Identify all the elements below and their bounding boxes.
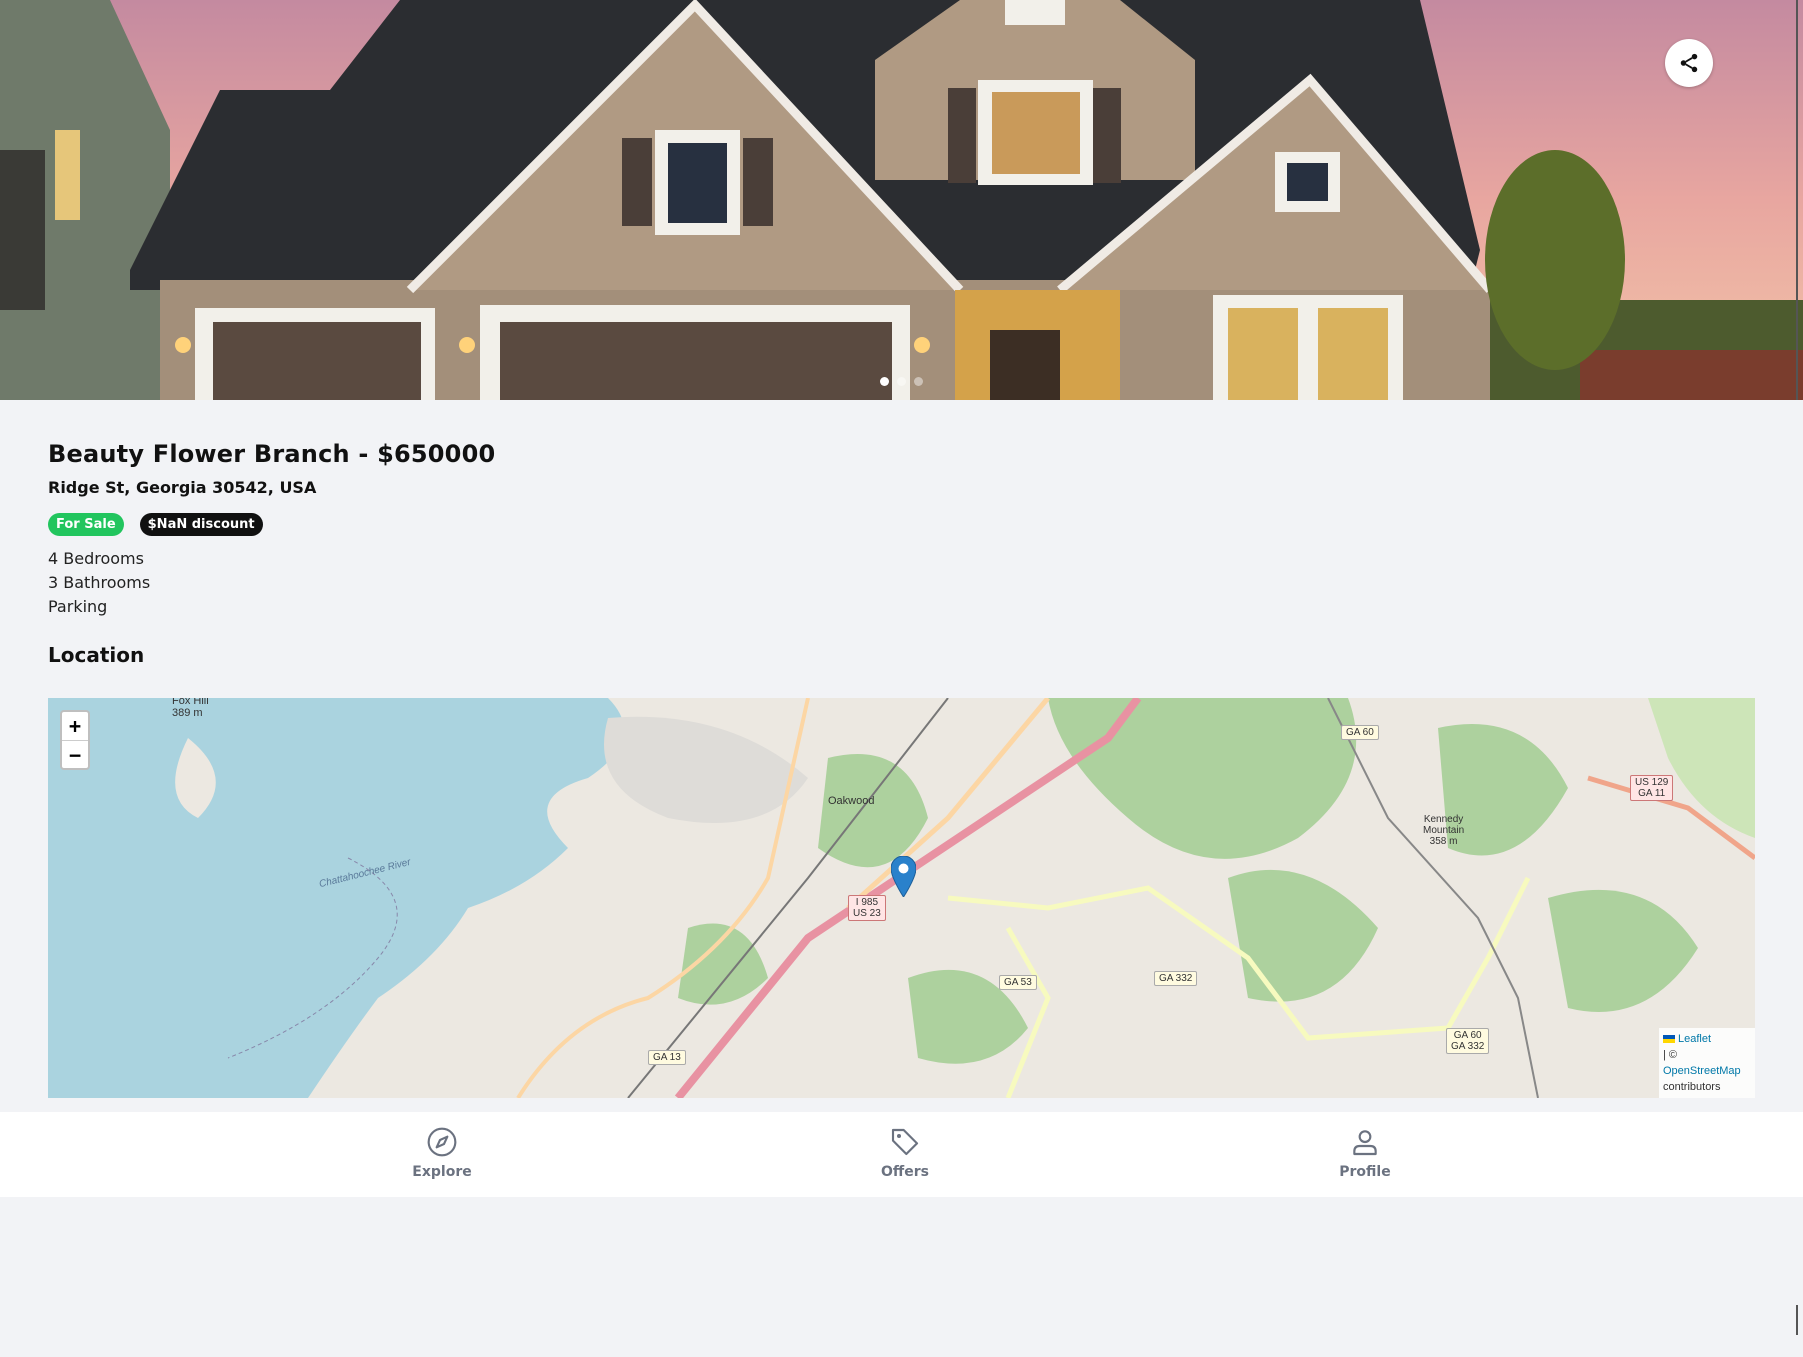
- hero-photo: [0, 0, 1803, 400]
- nav-explore-label: Explore: [412, 1164, 472, 1180]
- shield-ga60-ga332: GA 60 GA 332: [1446, 1028, 1490, 1054]
- listing-address: Ridge St, Georgia 30542, USA: [48, 478, 317, 497]
- map-label-fox-hill: Fox Hill 389 m: [172, 698, 209, 719]
- attribution-separator: | ©: [1663, 1049, 1678, 1061]
- shield-us129-ga11: US 129 GA 11: [1630, 775, 1674, 801]
- carousel-dot-2[interactable]: [897, 377, 906, 386]
- listing-title: Beauty Flower Branch - $650000: [48, 440, 496, 468]
- feature-bathrooms: 3 Bathrooms: [48, 573, 151, 592]
- scrollbar-track[interactable]: [1796, 0, 1798, 400]
- location-heading: Location: [48, 643, 145, 667]
- shield-ga332: GA 332: [1154, 971, 1198, 986]
- shield-ga60: GA 60: [1341, 725, 1379, 740]
- share-button[interactable]: [1665, 39, 1713, 87]
- map-label-kennedy-mountain: Kennedy Mountain 358 m: [1423, 814, 1465, 847]
- attribution-contributors: contributors: [1663, 1081, 1721, 1093]
- map-attribution: Leaflet | © OpenStreetMap contributors: [1659, 1028, 1755, 1098]
- map-label-oakwood: Oakwood: [828, 795, 875, 807]
- tag-icon: [891, 1128, 919, 1156]
- feature-bedrooms: 4 Bedrooms: [48, 549, 144, 568]
- compass-icon: [427, 1127, 457, 1157]
- leaflet-link[interactable]: Leaflet: [1678, 1033, 1711, 1045]
- openstreetmap-link[interactable]: OpenStreetMap: [1663, 1065, 1741, 1077]
- shield-ga53: GA 53: [999, 975, 1037, 990]
- carousel-dot-3[interactable]: [914, 377, 923, 386]
- person-icon: [1353, 1130, 1377, 1156]
- listing-details: Beauty Flower Branch - $650000 Ridge St,…: [48, 440, 1755, 667]
- zoom-out-button[interactable]: −: [62, 740, 88, 768]
- nav-explore[interactable]: Explore: [382, 1126, 502, 1180]
- bottom-navigation: Explore Offers Profile: [0, 1112, 1803, 1197]
- nav-profile-label: Profile: [1339, 1164, 1391, 1180]
- feature-list: 4 Bedrooms 3 Bathrooms Parking: [48, 547, 1755, 619]
- for-sale-badge: For Sale: [48, 513, 124, 536]
- map-zoom-control: + −: [60, 710, 90, 770]
- nav-offers-label: Offers: [881, 1164, 929, 1180]
- map-tiles: [48, 698, 1755, 1098]
- carousel-dot-1[interactable]: [880, 377, 889, 386]
- shield-i985-us23: I 985 US 23: [848, 895, 886, 921]
- house-photo: [0, 0, 1803, 400]
- shield-ga13: GA 13: [648, 1050, 686, 1065]
- badge-row: For Sale $NaN discount: [48, 513, 1755, 536]
- feature-parking: Parking: [48, 597, 108, 616]
- scrollbar-thumb[interactable]: [1796, 1305, 1798, 1335]
- carousel-dots: [880, 377, 923, 386]
- location-marker-icon[interactable]: [891, 856, 916, 897]
- discount-badge: $NaN discount: [139, 513, 263, 536]
- zoom-in-button[interactable]: +: [62, 712, 88, 740]
- ukraine-flag-icon: [1663, 1035, 1675, 1044]
- share-icon: [1680, 53, 1698, 73]
- nav-profile[interactable]: Profile: [1305, 1126, 1425, 1180]
- nav-offers[interactable]: Offers: [845, 1126, 965, 1180]
- location-map[interactable]: Fox Hill 389 m Oakwood Kennedy Mountain 358…: [48, 698, 1755, 1098]
